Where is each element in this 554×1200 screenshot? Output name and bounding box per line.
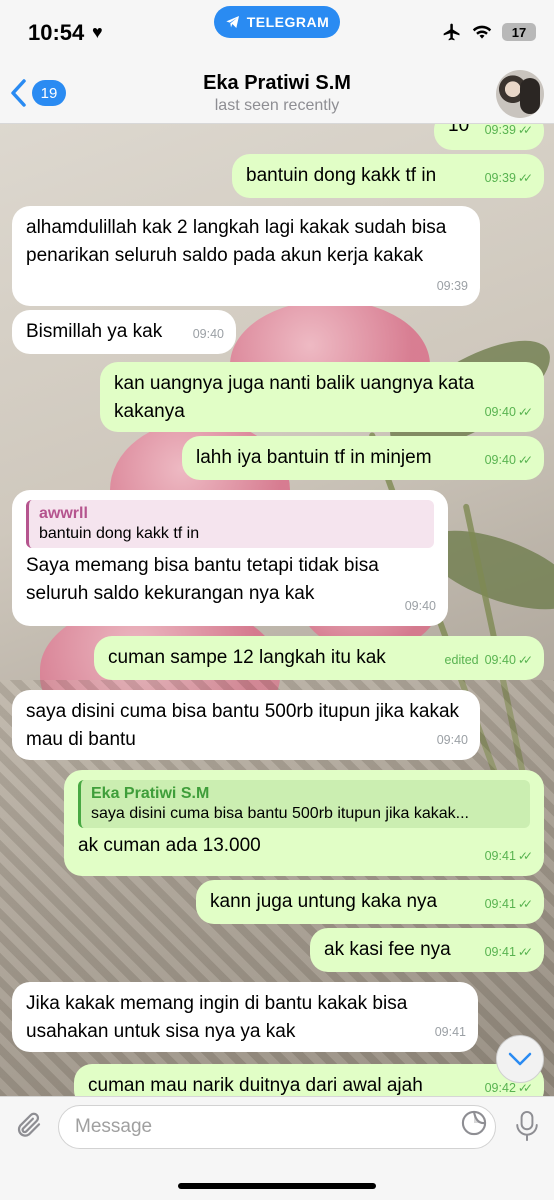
read-checkmarks-icon: ✓✓ <box>517 124 533 137</box>
message-bubble[interactable]: kan uangnya juga nanti balik uangnya kat… <box>100 362 544 432</box>
message-text: alhamdulillah kak 2 langkah lagi kakak s… <box>26 217 447 266</box>
last-seen-status: last seen recently <box>214 97 340 114</box>
read-checkmarks-icon: ✓✓ <box>517 171 533 185</box>
voice-record-button[interactable] <box>514 1109 540 1148</box>
message-bubble[interactable]: Bismillah ya kak 09:40 <box>12 310 236 354</box>
message-time: 09:40 <box>484 653 516 667</box>
message-time: 09:40 <box>484 453 516 467</box>
message-time: 09:39 <box>436 279 468 293</box>
message-bubble[interactable]: cuman mau narik duitnya dari awal ajah 0… <box>74 1064 544 1096</box>
status-bar: 10:54 ♥ TELEGRAM 17 <box>0 0 554 66</box>
message-time: 09:41 <box>484 945 516 959</box>
message-input[interactable]: Message <box>58 1105 496 1149</box>
message-time: 09:40 <box>192 327 224 341</box>
read-checkmarks-icon: ✓✓ <box>517 653 533 667</box>
message-time: 09:39 <box>484 124 516 137</box>
message-time: 09:40 <box>404 599 436 613</box>
message-bubble[interactable]: saya disini cuma bisa bantu 500rb itupun… <box>12 690 480 760</box>
message-bubble[interactable]: bantuin dong kakk tf in 09:39 ✓✓ <box>232 154 544 198</box>
message-bubble[interactable]: Jika kakak memang ingin di bantu kakak b… <box>12 982 478 1052</box>
message-bubble[interactable]: alhamdulillah kak 2 langkah lagi kakak s… <box>12 206 480 306</box>
battery-indicator: 17 <box>502 23 536 41</box>
telegram-pill-label: TELEGRAM <box>246 14 330 30</box>
microphone-icon <box>516 1110 538 1142</box>
message-time: 09:41 <box>484 897 516 911</box>
message-time: 09:40 <box>484 405 516 419</box>
sticker-button[interactable] <box>460 1109 488 1142</box>
reply-author: awwrll <box>39 505 88 522</box>
message-text: Saya memang bisa bantu tetapi tidak bisa… <box>26 555 379 604</box>
sticker-icon <box>461 1110 487 1136</box>
message-text: kan uangnya juga nanti balik uangnya kat… <box>114 373 475 422</box>
message-text: cuman mau narik duitnya dari awal ajah <box>88 1075 423 1096</box>
message-time: 09:41 <box>484 849 516 863</box>
message-bubble[interactable]: ak kasi fee nya 09:41 ✓✓ <box>310 928 544 972</box>
message-input-placeholder: Message <box>75 1116 153 1137</box>
reply-text: saya disini cuma bisa bantu 500rb itupun… <box>91 805 469 822</box>
message-text: kann juga untung kaka nya <box>210 891 438 912</box>
message-time: 09:40 <box>436 733 468 747</box>
message-bubble[interactable]: lahh iya bantuin tf in minjem 09:40 ✓✓ <box>182 436 544 480</box>
wifi-icon <box>472 25 492 39</box>
chevron-down-icon <box>508 1052 532 1066</box>
read-checkmarks-icon: ✓✓ <box>517 405 533 419</box>
read-checkmarks-icon: ✓✓ <box>517 897 533 911</box>
contact-name[interactable]: Eka Pratiwi S.M <box>0 72 554 95</box>
reply-text: bantuin dong kakk tf in <box>39 525 200 542</box>
telegram-icon <box>226 16 239 28</box>
message-bubble[interactable]: awwrll bantuin dong kakk tf in Saya mema… <box>12 490 448 626</box>
message-bubble[interactable]: 10 09:39 ✓✓ <box>434 124 544 150</box>
message-text: Jika kakak memang ingin di bantu kakak b… <box>26 993 408 1042</box>
edited-label: edited <box>444 653 479 667</box>
reply-quote[interactable]: awwrll bantuin dong kakk tf in <box>26 500 434 548</box>
reply-quote[interactable]: Eka Pratiwi S.M saya disini cuma bisa ba… <box>78 780 530 828</box>
message-bubble[interactable]: kann juga untung kaka nya 09:41 ✓✓ <box>196 880 544 924</box>
message-list[interactable]: 10 09:39 ✓✓ bantuin dong kakk tf in 09:39… <box>0 124 554 1096</box>
reply-author: Eka Pratiwi S.M <box>91 785 210 802</box>
avatar[interactable] <box>496 70 544 118</box>
message-bubble[interactable]: Eka Pratiwi S.M saya disini cuma bisa ba… <box>64 770 544 876</box>
read-checkmarks-icon: ✓✓ <box>517 453 533 467</box>
read-checkmarks-icon: ✓✓ <box>517 945 533 959</box>
message-text: saya disini cuma bisa bantu 500rb itupun… <box>26 701 460 750</box>
airplane-icon <box>443 23 460 41</box>
read-checkmarks-icon: ✓✓ <box>517 849 533 863</box>
message-text: ak cuman ada 13.000 <box>78 835 261 856</box>
message-text: lahh iya bantuin tf in minjem <box>196 447 432 468</box>
paperclip-icon <box>17 1112 41 1137</box>
status-time: 10:54 <box>28 20 85 45</box>
telegram-pill[interactable]: TELEGRAM <box>214 6 340 38</box>
message-time: 09:39 <box>484 171 516 185</box>
message-bubble[interactable]: cuman sampe 12 langkah itu kak edited 09:… <box>94 636 544 680</box>
home-indicator <box>178 1183 376 1189</box>
heart-icon: ♥ <box>92 22 103 42</box>
message-time: 09:41 <box>434 1025 466 1039</box>
attach-button[interactable] <box>14 1109 44 1146</box>
scroll-to-bottom-button[interactable] <box>496 1035 544 1083</box>
chat-header: 19 Eka Pratiwi S.M last seen recently <box>0 66 554 124</box>
